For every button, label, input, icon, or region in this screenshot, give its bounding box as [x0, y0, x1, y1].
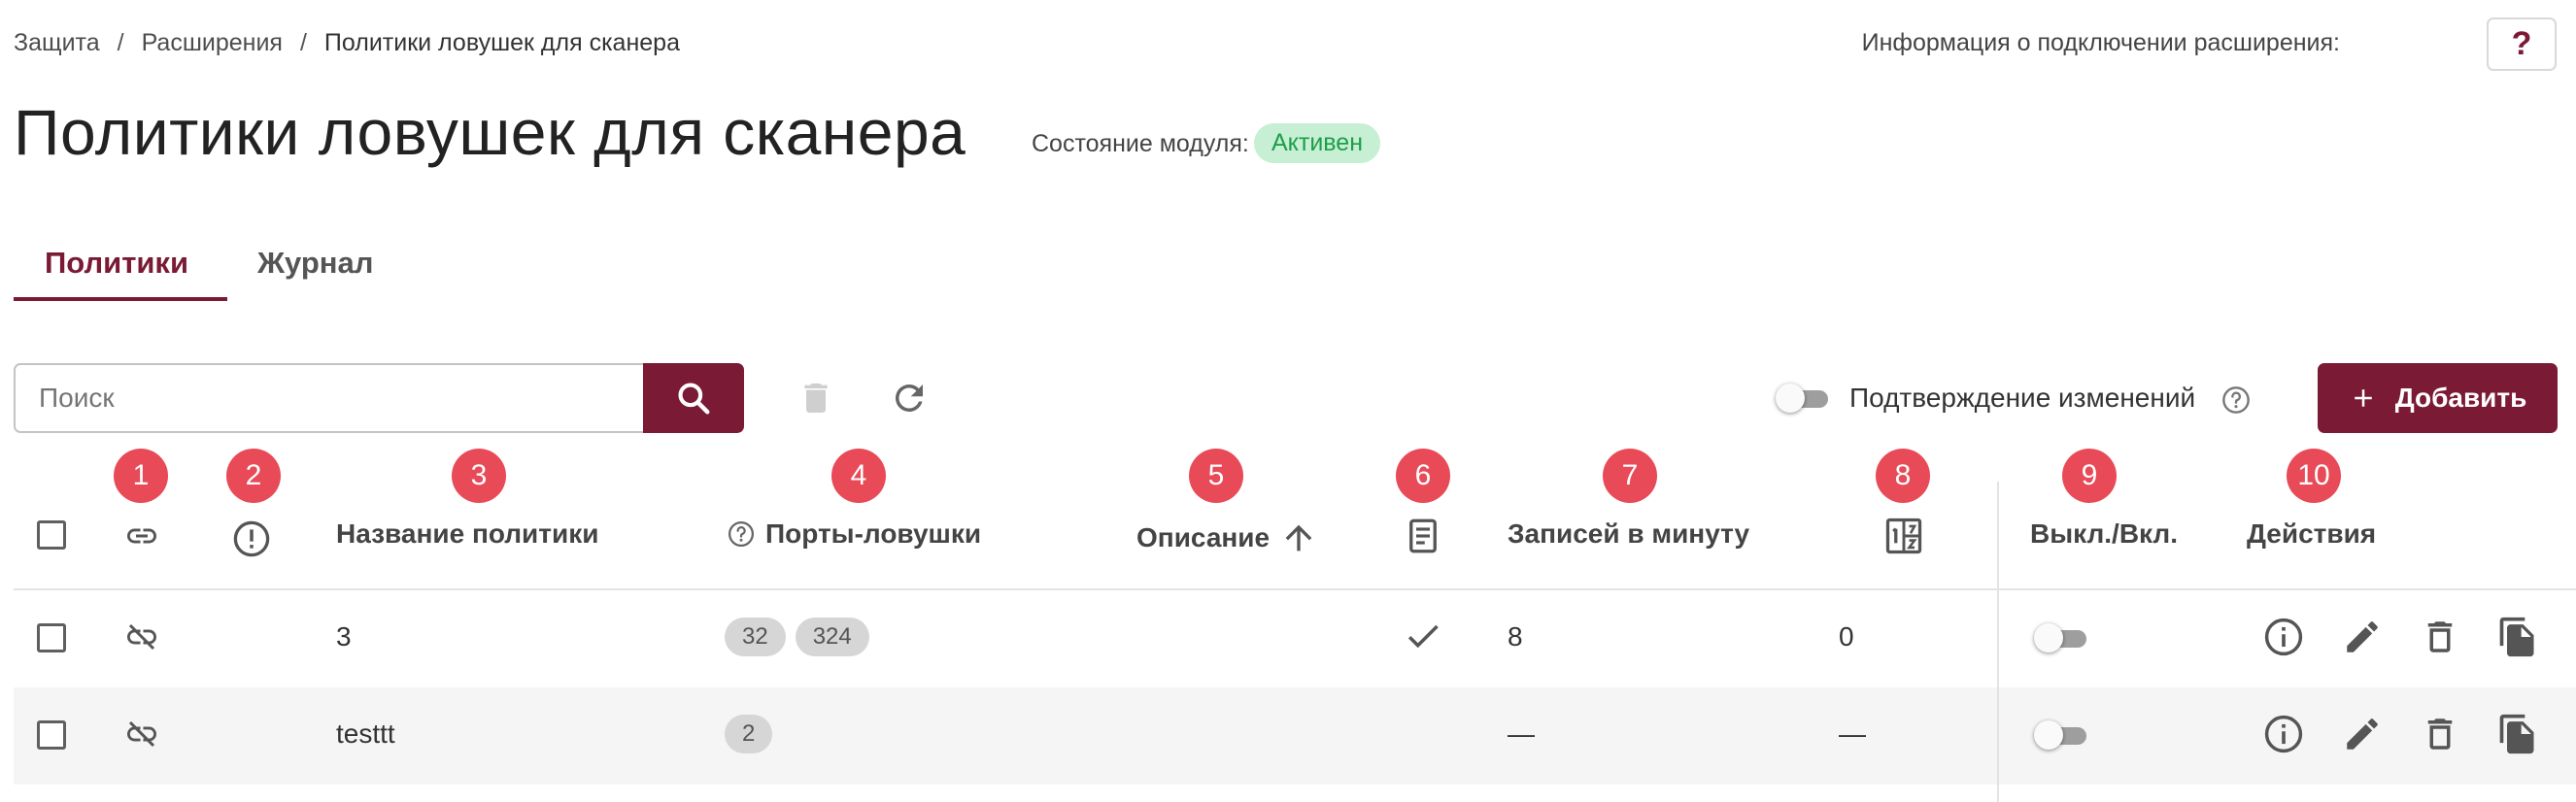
row-checkbox[interactable] [37, 720, 66, 750]
edit-button[interactable] [2339, 614, 2386, 660]
module-state-label: Состояние модуля: [1032, 130, 1249, 157]
search-field [14, 363, 645, 433]
pencil-icon [2347, 621, 2378, 652]
select-all-checkbox[interactable] [37, 520, 66, 550]
search-input[interactable] [16, 365, 645, 431]
copy-icon [2499, 714, 2534, 754]
policy-enable-toggle[interactable] [2034, 623, 2088, 652]
table-column-divider [1997, 482, 1999, 802]
active-tab-indicator [14, 297, 227, 301]
table-row-background [14, 687, 2576, 785]
row-checkbox[interactable] [37, 623, 66, 652]
refresh-icon [895, 384, 923, 412]
confirm-changes-label: Подтверждение изменений [1849, 383, 2196, 413]
row-policy-name: 3 [336, 621, 352, 652]
table-header-divider [14, 588, 2576, 590]
policy-enable-toggle[interactable] [2034, 720, 2088, 750]
column-header-name-label: Название политики [336, 518, 599, 549]
marker-3: 3 [452, 449, 506, 503]
connection-info-label: Информация о подключении расширения: [1861, 29, 2340, 56]
column-header-per-minute-label: Записей в минуту [1508, 518, 1750, 549]
tab-journal[interactable]: Журнал [257, 246, 373, 281]
row-counter: — [1839, 718, 1866, 749]
copy-button[interactable] [2494, 711, 2541, 757]
port-chip: 32 [725, 618, 786, 656]
copy-icon [2499, 617, 2534, 657]
marker-7: 7 [1603, 449, 1657, 503]
column-header-toggle-label: Выкл./Вкл. [2030, 518, 2178, 549]
counter-icon [1882, 515, 1925, 562]
search-icon [678, 383, 710, 415]
marker-10: 10 [2287, 449, 2341, 503]
search-button[interactable] [643, 363, 744, 433]
connection-info-help-button[interactable]: ? [2487, 17, 2557, 71]
check-icon [1403, 616, 1443, 661]
column-header-description-label: Описание [1136, 522, 1271, 552]
row-counter: 0 [1839, 621, 1854, 652]
marker-4: 4 [831, 449, 886, 503]
row-per-minute: — [1508, 718, 1535, 749]
help-circle-icon[interactable] [2220, 384, 2252, 416]
breadcrumb: Защита / Расширения / Политики ловушек д… [14, 29, 680, 57]
row-ports: 2 [725, 715, 773, 753]
column-header-actions-label: Действия [2247, 518, 2377, 549]
trash-icon [2427, 621, 2453, 652]
marker-1: 1 [114, 449, 168, 503]
add-policy-label: Добавить [2394, 383, 2527, 413]
link-off-icon [120, 619, 163, 659]
column-header-ports-label: Порты-ловушки [765, 518, 982, 549]
port-chip: 324 [795, 618, 869, 656]
confirm-changes-toggle[interactable] [1776, 384, 1830, 413]
edit-button[interactable] [2339, 711, 2386, 757]
marker-6: 6 [1396, 449, 1450, 503]
breadcrumb-item-current: Политики ловушек для сканера [323, 29, 680, 56]
pencil-icon [2347, 718, 2378, 750]
delete-button[interactable] [2417, 711, 2463, 757]
breadcrumb-item-extensions[interactable]: Расширения [142, 29, 283, 57]
trash-icon [2427, 718, 2453, 750]
marker-9: 9 [2062, 449, 2117, 503]
info-icon [2264, 715, 2303, 753]
column-header-description[interactable]: Описание [1136, 518, 1318, 557]
breadcrumb-separator: / [299, 29, 307, 56]
row-policy-name: testtt [336, 718, 395, 749]
column-header-name[interactable]: Название политики [336, 518, 598, 550]
row-per-minute: 8 [1508, 621, 1523, 652]
info-button[interactable] [2260, 614, 2307, 660]
page-title: Политики ловушек для сканера [14, 96, 966, 168]
tab-policies[interactable]: Политики [45, 246, 188, 281]
port-chip: 2 [725, 715, 773, 753]
trash-icon [804, 384, 828, 413]
breadcrumb-item-protection[interactable]: Защита [14, 29, 100, 57]
arrow-up-icon [1285, 524, 1312, 551]
column-header-toggle: Выкл./Вкл. [2030, 518, 2178, 550]
column-header-per-minute[interactable]: Записей в минуту [1508, 518, 1749, 550]
marker-2: 2 [226, 449, 281, 503]
row-ports: 32 324 [725, 618, 869, 656]
column-header-actions: Действия [2247, 518, 2376, 550]
delete-selected-button[interactable] [793, 375, 839, 421]
link-off-icon [120, 717, 163, 756]
copy-button[interactable] [2494, 614, 2541, 660]
alert-circle-icon [231, 518, 272, 564]
marker-5: 5 [1189, 449, 1243, 503]
refresh-button[interactable] [884, 375, 934, 421]
document-icon [1403, 515, 1443, 562]
marker-8: 8 [1876, 449, 1930, 503]
info-button[interactable] [2260, 711, 2307, 757]
help-circle-icon [729, 521, 754, 547]
link-icon [120, 518, 163, 558]
module-state-badge: Активен [1254, 123, 1381, 163]
breadcrumb-separator: / [117, 29, 124, 56]
plus-icon [2354, 389, 2372, 407]
add-policy-button[interactable]: Добавить [2318, 363, 2558, 433]
delete-button[interactable] [2417, 614, 2463, 660]
column-header-ports[interactable]: Порты-ловушки [727, 518, 981, 550]
info-icon [2264, 618, 2303, 656]
